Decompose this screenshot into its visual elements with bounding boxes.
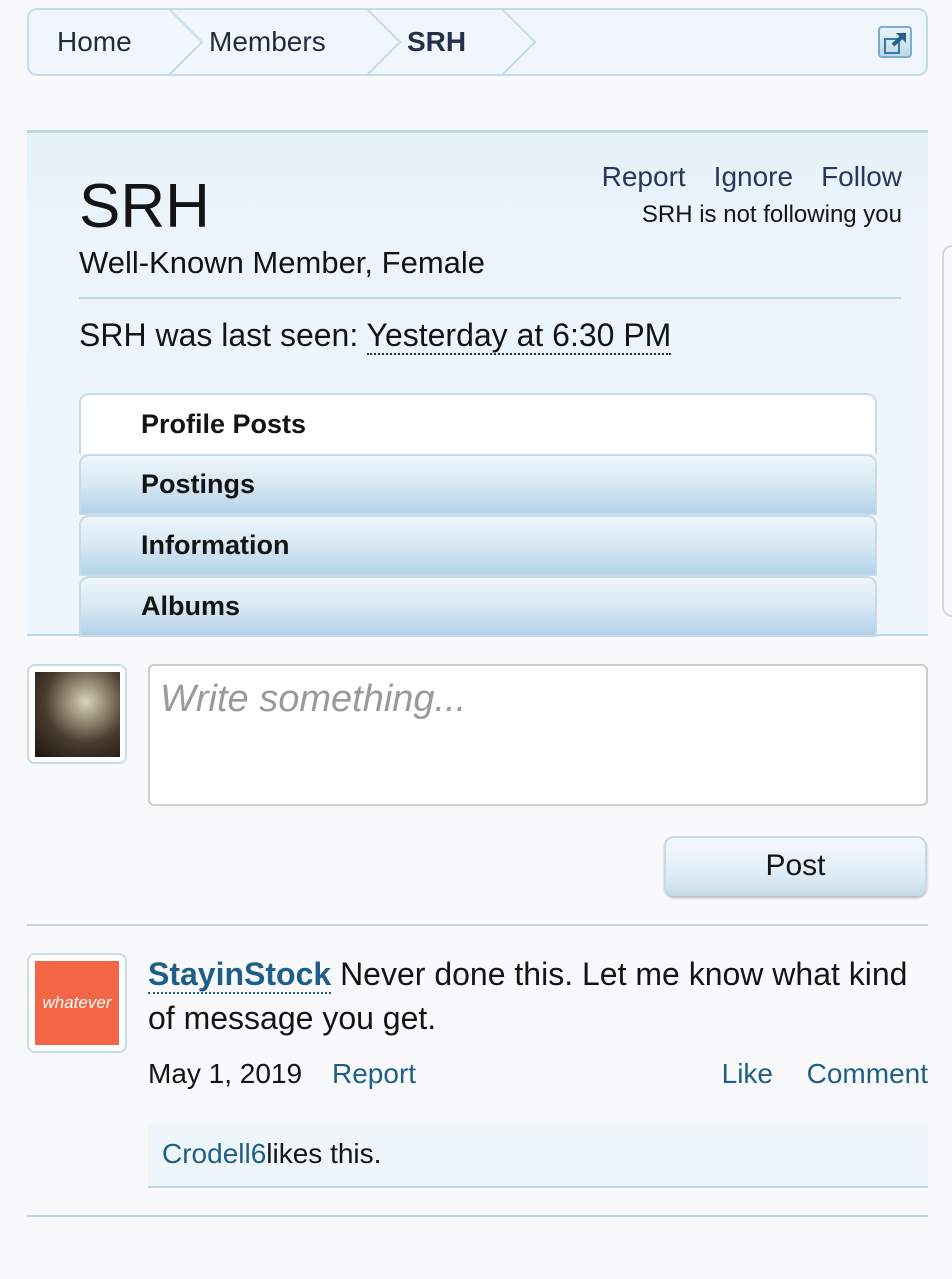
ignore-link[interactable]: Ignore	[714, 161, 793, 193]
breadcrumb-members[interactable]: Members	[209, 10, 326, 74]
divider	[27, 924, 928, 926]
report-link[interactable]: Report	[602, 161, 686, 193]
profile-username: SRH	[79, 172, 210, 241]
tab-information[interactable]: Information	[79, 515, 877, 576]
side-panel-edge	[942, 245, 952, 617]
likes-text: likes this.	[266, 1138, 382, 1169]
likes-summary: Crodell6 likes this.	[148, 1122, 928, 1188]
last-seen: SRH was last seen: Yesterday at 6:30 PM	[79, 317, 672, 355]
liker-link[interactable]: Crodell6	[162, 1138, 266, 1170]
breadcrumb-separator	[494, 10, 554, 74]
profile-header: SRH Well-Known Member, Female Report Ign…	[27, 130, 928, 637]
post-button[interactable]: Post	[664, 836, 927, 896]
post-comment-link[interactable]: Comment	[807, 1058, 928, 1090]
divider	[79, 297, 901, 299]
post-report-link[interactable]: Report	[332, 1058, 416, 1090]
breadcrumb-current: SRH	[407, 26, 467, 57]
avatar-image	[35, 672, 120, 757]
profile-tabs: Profile Posts Postings Information Album…	[79, 393, 877, 637]
follow-status: SRH is not following you	[641, 201, 902, 228]
tab-albums[interactable]: Albums	[79, 576, 877, 637]
follow-link[interactable]: Follow	[821, 161, 902, 193]
profile-post-message: StayinStock Never done this. Let me know…	[148, 952, 928, 1040]
post-author-link[interactable]: StayinStock	[148, 956, 332, 994]
last-seen-label: SRH was last seen:	[79, 317, 367, 353]
avatar[interactable]	[27, 664, 127, 764]
post-like-link[interactable]: Like	[722, 1058, 773, 1090]
breadcrumb: Home Members SRH	[27, 8, 928, 76]
tab-postings[interactable]: Postings	[79, 454, 877, 515]
profile-actions: Report Ignore Follow	[602, 161, 902, 193]
breadcrumb-home[interactable]: Home	[57, 10, 132, 74]
poster-avatar[interactable]: whatever	[27, 953, 127, 1053]
post-date: May 1, 2019	[148, 1058, 303, 1089]
external-link-icon[interactable]	[878, 26, 912, 58]
avatar-image: whatever	[35, 961, 119, 1045]
last-seen-time: Yesterday at 6:30 PM	[366, 317, 672, 355]
divider	[27, 1215, 928, 1217]
tab-profile-posts[interactable]: Profile Posts	[79, 393, 877, 454]
profile-post-input[interactable]	[148, 664, 928, 806]
member-title: Well-Known Member, Female	[79, 245, 486, 280]
post-meta: May 1, 2019 Report Like Comment	[148, 1058, 928, 1094]
